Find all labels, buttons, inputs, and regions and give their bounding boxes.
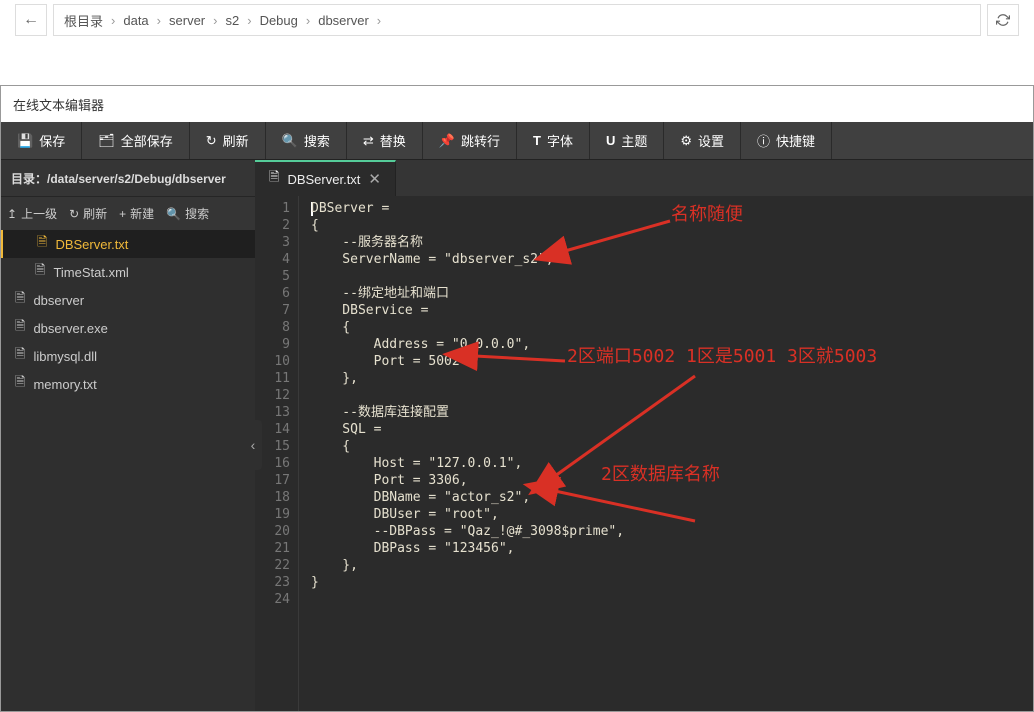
tab-label: DBServer.txt — [287, 172, 360, 187]
file-item-dbserver[interactable]: 🗎 dbserver — [1, 286, 255, 314]
search-icon: 🔍 — [282, 133, 298, 149]
refresh-button[interactable]: ↻ 刷新 — [190, 122, 266, 159]
save-all-button[interactable]: 🗂 全部保存 — [82, 122, 190, 159]
up-icon: ↥ — [7, 207, 17, 221]
pin-icon: 📌 — [439, 133, 455, 149]
refresh-button[interactable] — [987, 4, 1019, 36]
plus-icon: + — [119, 207, 126, 221]
file-icon: 🗎 — [37, 233, 47, 255]
replace-icon: ⇄ — [363, 133, 374, 149]
refresh-label: 刷新 — [83, 205, 107, 222]
breadcrumb-root[interactable]: 根目录 — [64, 11, 103, 30]
close-icon[interactable]: ✕ — [368, 170, 381, 188]
editor-container: 在线文本编辑器 💾 保存 🗂 全部保存 ↻ 刷新 🔍 搜索 ⇄ 替换 📌 跳转行 T 字体 U… — [0, 85, 1034, 712]
file-icon: 🗎 — [15, 373, 25, 395]
sidebar: 目录：/data/server/s2/Debug/dbserver ↥ 上一级 ↻… — [1, 160, 255, 711]
save-all-label: 全部保存 — [121, 131, 173, 150]
breadcrumb-item[interactable]: server — [169, 13, 205, 28]
font-icon: T — [533, 133, 541, 148]
file-icon: 🗎 — [15, 289, 25, 311]
font-button[interactable]: T 字体 — [517, 122, 590, 159]
theme-button[interactable]: U 主题 — [590, 122, 664, 159]
goto-button[interactable]: 📌 跳转行 — [423, 122, 517, 159]
sidebar-collapse-handle[interactable]: ‹ — [244, 420, 262, 470]
file-name: DBServer.txt — [55, 237, 128, 252]
file-list: 🗎 DBServer.txt 🗎 TimeStat.xml 🗎 dbserver 🗎 d… — [1, 230, 255, 711]
sidebar-search-button[interactable]: 🔍 搜索 — [166, 205, 209, 222]
editor-body: 目录：/data/server/s2/Debug/dbserver ↥ 上一级 ↻… — [1, 160, 1033, 711]
breadcrumb: 根目录 › data › server › s2 › Debug › dbser… — [53, 4, 981, 36]
refresh-icon: ↻ — [206, 133, 217, 149]
file-name: libmysql.dll — [33, 349, 97, 364]
shortcuts-label: 快捷键 — [776, 131, 815, 150]
goto-label: 跳转行 — [461, 131, 500, 150]
save-all-icon: 🗂 — [98, 133, 115, 149]
search-label: 搜索 — [304, 131, 330, 150]
breadcrumb-item[interactable]: data — [123, 13, 148, 28]
file-icon: 🗎 — [269, 168, 279, 190]
breadcrumb-item[interactable]: dbserver — [318, 13, 369, 28]
file-icon: 🗎 — [15, 345, 25, 367]
refresh-icon: ↻ — [69, 207, 79, 221]
replace-button[interactable]: ⇄ 替换 — [347, 122, 423, 159]
file-icon: 🗎 — [15, 317, 25, 339]
chevron-right-icon: › — [247, 13, 251, 28]
shortcuts-button[interactable]: ⓘ 快捷键 — [741, 122, 832, 159]
file-item-dbserver-txt[interactable]: 🗎 DBServer.txt — [1, 230, 255, 258]
file-item-dbserver-exe[interactable]: 🗎 dbserver.exe — [1, 314, 255, 342]
refresh-icon — [996, 13, 1010, 27]
editor-main: 🗎 DBServer.txt ✕ 12345678910111213141516… — [255, 160, 1033, 711]
refresh-label: 刷新 — [223, 131, 249, 150]
sidebar-tools: ↥ 上一级 ↻ 刷新 + 新建 🔍 搜索 — [1, 196, 255, 230]
settings-label: 设置 — [698, 131, 724, 150]
search-button[interactable]: 🔍 搜索 — [266, 122, 347, 159]
breadcrumb-item[interactable]: Debug — [260, 13, 298, 28]
chevron-right-icon: › — [111, 13, 115, 28]
code-content[interactable]: DBServer ={ --服务器名称 ServerName = "dbserv… — [299, 196, 1033, 711]
code-area[interactable]: 123456789101112131415161718192021222324 … — [255, 196, 1033, 711]
new-label: 新建 — [130, 205, 154, 222]
sidebar-path: 目录：/data/server/s2/Debug/dbserver — [1, 160, 255, 196]
chevron-right-icon: › — [306, 13, 310, 28]
up-level-button[interactable]: ↥ 上一级 — [7, 205, 57, 222]
font-label: 字体 — [547, 131, 573, 150]
gear-icon: ⚙ — [680, 133, 692, 149]
save-label: 保存 — [39, 131, 65, 150]
chevron-right-icon: › — [377, 13, 381, 28]
file-item-timestat-xml[interactable]: 🗎 TimeStat.xml — [1, 258, 255, 286]
file-item-memory-txt[interactable]: 🗎 memory.txt — [1, 370, 255, 398]
file-name: TimeStat.xml — [53, 265, 128, 280]
theme-label: 主题 — [621, 131, 647, 150]
breadcrumb-bar: ← 根目录 › data › server › s2 › Debug › dbs… — [0, 0, 1034, 40]
sidebar-refresh-button[interactable]: ↻ 刷新 — [69, 205, 107, 222]
breadcrumb-item[interactable]: s2 — [225, 13, 239, 28]
nav-back-button[interactable]: ← — [15, 4, 47, 36]
chevron-right-icon: › — [157, 13, 161, 28]
settings-button[interactable]: ⚙ 设置 — [664, 122, 741, 159]
search-icon: 🔍 — [166, 207, 181, 221]
search-label: 搜索 — [185, 205, 209, 222]
save-button[interactable]: 💾 保存 — [1, 122, 82, 159]
up-label: 上一级 — [21, 205, 57, 222]
file-name: dbserver — [33, 293, 84, 308]
info-icon: ⓘ — [757, 131, 770, 150]
chevron-right-icon: › — [213, 13, 217, 28]
file-name: dbserver.exe — [33, 321, 107, 336]
save-icon: 💾 — [17, 133, 33, 149]
editor-title: 在线文本编辑器 — [1, 86, 1033, 122]
replace-label: 替换 — [380, 131, 406, 150]
tab-dbserver-txt[interactable]: 🗎 DBServer.txt ✕ — [255, 160, 396, 196]
theme-icon: U — [606, 133, 615, 148]
new-button[interactable]: + 新建 — [119, 205, 154, 222]
toolbar: 💾 保存 🗂 全部保存 ↻ 刷新 🔍 搜索 ⇄ 替换 📌 跳转行 T 字体 U 主题 ⚙ 设置 ⓘ… — [1, 122, 1033, 160]
tab-bar: 🗎 DBServer.txt ✕ — [255, 160, 1033, 196]
file-item-libmysql-dll[interactable]: 🗎 libmysql.dll — [1, 342, 255, 370]
file-name: memory.txt — [33, 377, 96, 392]
file-icon: 🗎 — [35, 261, 45, 283]
